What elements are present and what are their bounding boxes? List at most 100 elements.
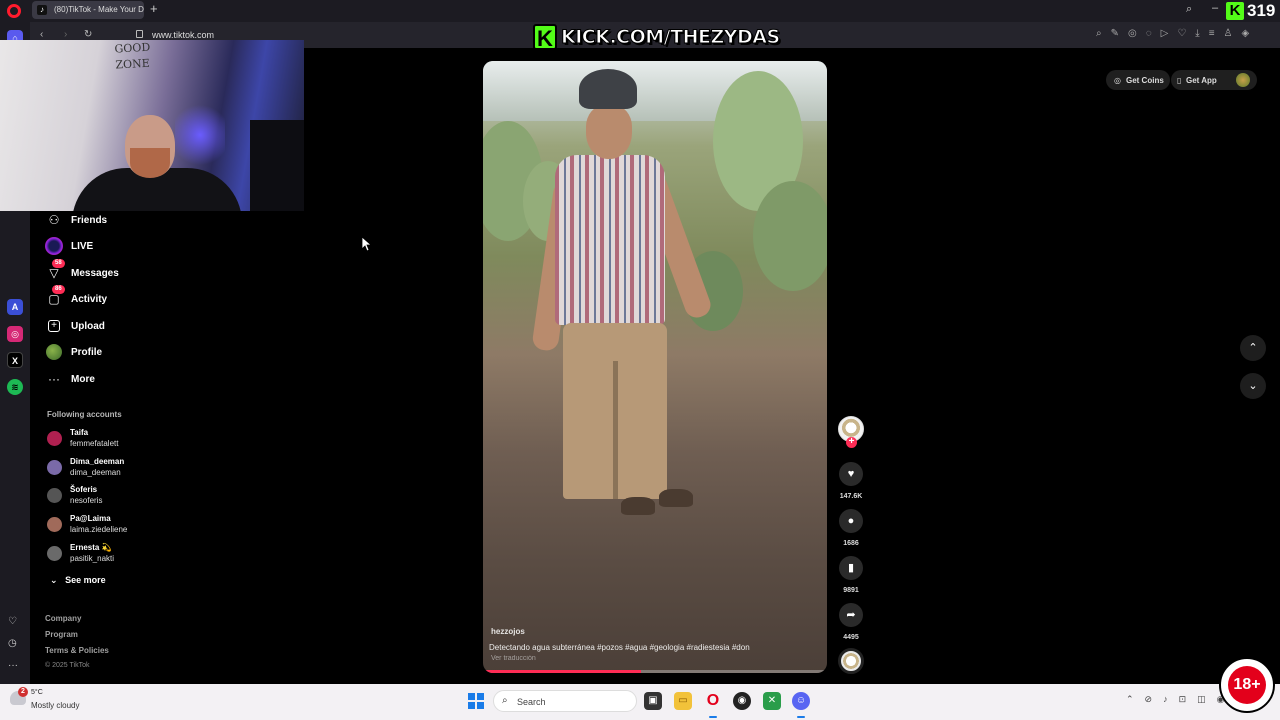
phone-icon: ▯ [1177, 76, 1182, 85]
following-account[interactable]: Ernesta 💫 pasitik_nakti [47, 543, 187, 567]
coin-icon: ◎ [1114, 76, 1121, 85]
tab-title: (80)TikTok - Make Your Day [54, 5, 144, 14]
instagram-icon[interactable]: ◎ [7, 326, 23, 342]
like-button[interactable]: ♥ [839, 462, 863, 486]
discord-icon[interactable]: ☺ [792, 692, 810, 710]
sidebar-item-upload[interactable]: + Upload [45, 317, 105, 335]
taskbar-search-input[interactable]: ⌕ Search [493, 690, 637, 712]
more-icon: ··· [48, 372, 60, 386]
share-icon: ➦ [846, 609, 856, 621]
lock-icon [136, 30, 143, 38]
video-progress-bar[interactable] [483, 670, 827, 673]
forward-icon[interactable]: › [64, 29, 67, 40]
sidebar-item-friends[interactable]: ⚇ Friends [45, 211, 108, 229]
spotify-icon[interactable]: ≋ [7, 379, 23, 395]
get-coins-button[interactable]: ◎ Get Coins [1106, 70, 1170, 90]
following-account[interactable]: Taifa femmefatalett [47, 428, 187, 452]
favorites-heart-icon[interactable]: ♡ [8, 616, 17, 627]
weather-temperature[interactable]: 5°C [31, 689, 43, 696]
save-count: 9891 [843, 587, 859, 594]
following-account[interactable]: Šoferis nesoferis [47, 485, 187, 509]
video-cactus [753, 181, 827, 291]
kick-logo-icon: K [533, 24, 557, 51]
previous-video-button[interactable]: ⌃ [1240, 335, 1266, 361]
extension-icons[interactable]: ⌕✎◎◌▷♡⤓≡♙◈ [1096, 28, 1258, 39]
sidebar-more-icon[interactable]: ··· [8, 660, 18, 671]
windows-start-icon[interactable] [468, 693, 484, 709]
obs-icon[interactable]: ◉ [733, 692, 751, 710]
history-icon[interactable]: ◷ [8, 638, 17, 649]
taskbar-active-indicator [709, 716, 717, 718]
footer-link-company[interactable]: Company [45, 614, 109, 630]
reload-icon[interactable]: ↻ [84, 29, 92, 40]
adult-only-badge: 18+ [1219, 657, 1275, 713]
folder-icon[interactable]: ▭ [674, 692, 692, 710]
video-author[interactable]: hezzojos [491, 627, 525, 636]
user-profile-avatar[interactable] [1236, 73, 1250, 87]
see-more-button[interactable]: ⌄ See more [50, 575, 106, 586]
sidebar-item-more[interactable]: ··· More [45, 370, 95, 388]
avatar [47, 431, 62, 446]
share-button[interactable]: ➦ [839, 603, 863, 627]
sidebar-item-live[interactable]: LIVE [45, 237, 93, 255]
system-tray-icons[interactable]: ⌃⊘♪⊡◫◉ [1126, 694, 1235, 705]
video-player[interactable]: hezzojos Detectando agua subterránea #po… [483, 61, 827, 673]
tiktok-icon: ♪ [37, 5, 47, 15]
minimize-window-icon[interactable]: – [1212, 2, 1218, 14]
chevron-up-icon: ⌃ [1248, 342, 1258, 354]
friends-icon: ⚇ [48, 213, 60, 227]
copyright-text: © 2025 TikTok [45, 662, 90, 669]
live-icon [45, 237, 63, 255]
activity-badge: 86 [52, 285, 65, 294]
sidebar-item-profile[interactable]: Profile [45, 343, 102, 361]
following-account[interactable]: Dima_deeman dima_deeman [47, 457, 187, 481]
tab-search-icon[interactable]: ⌕ [1186, 3, 1192, 16]
save-button[interactable]: ▮ [839, 556, 863, 580]
video-man-shirt [555, 155, 665, 325]
footer-link-terms[interactable]: Terms & Policies [45, 646, 109, 662]
taskbar-active-indicator [797, 716, 805, 718]
kick-banner: K KICK.COM/THEZYDAS [533, 23, 781, 51]
video-man-face [586, 105, 632, 159]
weather-description[interactable]: Mostly cloudy [31, 701, 79, 710]
upload-icon: + [48, 320, 60, 332]
kick-icon: K [1226, 2, 1244, 20]
avatar [47, 460, 62, 475]
opera-logo-icon[interactable] [7, 4, 21, 18]
file-explorer-icon[interactable]: ▣ [644, 692, 662, 710]
footer-link-program[interactable]: Program [45, 630, 109, 646]
comment-button[interactable]: ● [839, 509, 863, 533]
see-translation-link[interactable]: Ver traducción [491, 655, 536, 662]
back-icon[interactable]: ‹ [40, 29, 43, 40]
new-tab-button[interactable]: + [150, 2, 158, 16]
chevron-down-icon: ⌄ [1248, 380, 1258, 392]
video-man-shoe [621, 497, 655, 515]
chevron-down-icon: ⌄ [50, 575, 58, 585]
comment-icon: ● [847, 515, 855, 527]
sidebar-item-activity[interactable]: ▢ 86 Activity [45, 285, 107, 308]
kick-channel-url: KICK.COM/THEZYDAS [561, 26, 781, 49]
streamer-webcam: GOOD ZONE [0, 40, 304, 211]
video-man-cap [579, 69, 637, 109]
aria-icon[interactable]: A [7, 299, 23, 315]
x-icon[interactable]: X [7, 352, 23, 368]
video-man-legs [613, 361, 618, 499]
browser-tab-bar: ♪ (80)TikTok - Make Your Day + ⌕ – [0, 0, 1280, 22]
weather-notification-badge: 2 [18, 687, 28, 697]
like-count: 147.6K [839, 493, 863, 500]
next-video-button[interactable]: ⌄ [1240, 373, 1266, 399]
opera-icon[interactable]: O [704, 692, 722, 710]
avatar [47, 488, 62, 503]
sidebar-item-messages[interactable]: ▽ 58 Messages [45, 259, 119, 282]
sound-disc-icon[interactable] [838, 648, 864, 674]
messages-badge: 58 [52, 259, 65, 268]
messages-icon: ▽ 58 [45, 259, 65, 282]
xbox-icon[interactable]: ✕ [763, 692, 781, 710]
profile-avatar [46, 344, 62, 360]
follow-plus-icon[interactable]: + [846, 437, 857, 448]
url-field[interactable]: www.tiktok.com [152, 30, 214, 40]
avatar [47, 517, 62, 532]
following-account[interactable]: Pa@Laima laima.ziedeliene [47, 514, 187, 538]
avatar [47, 546, 62, 561]
browser-tab-tiktok[interactable]: ♪ (80)TikTok - Make Your Day [32, 1, 144, 19]
